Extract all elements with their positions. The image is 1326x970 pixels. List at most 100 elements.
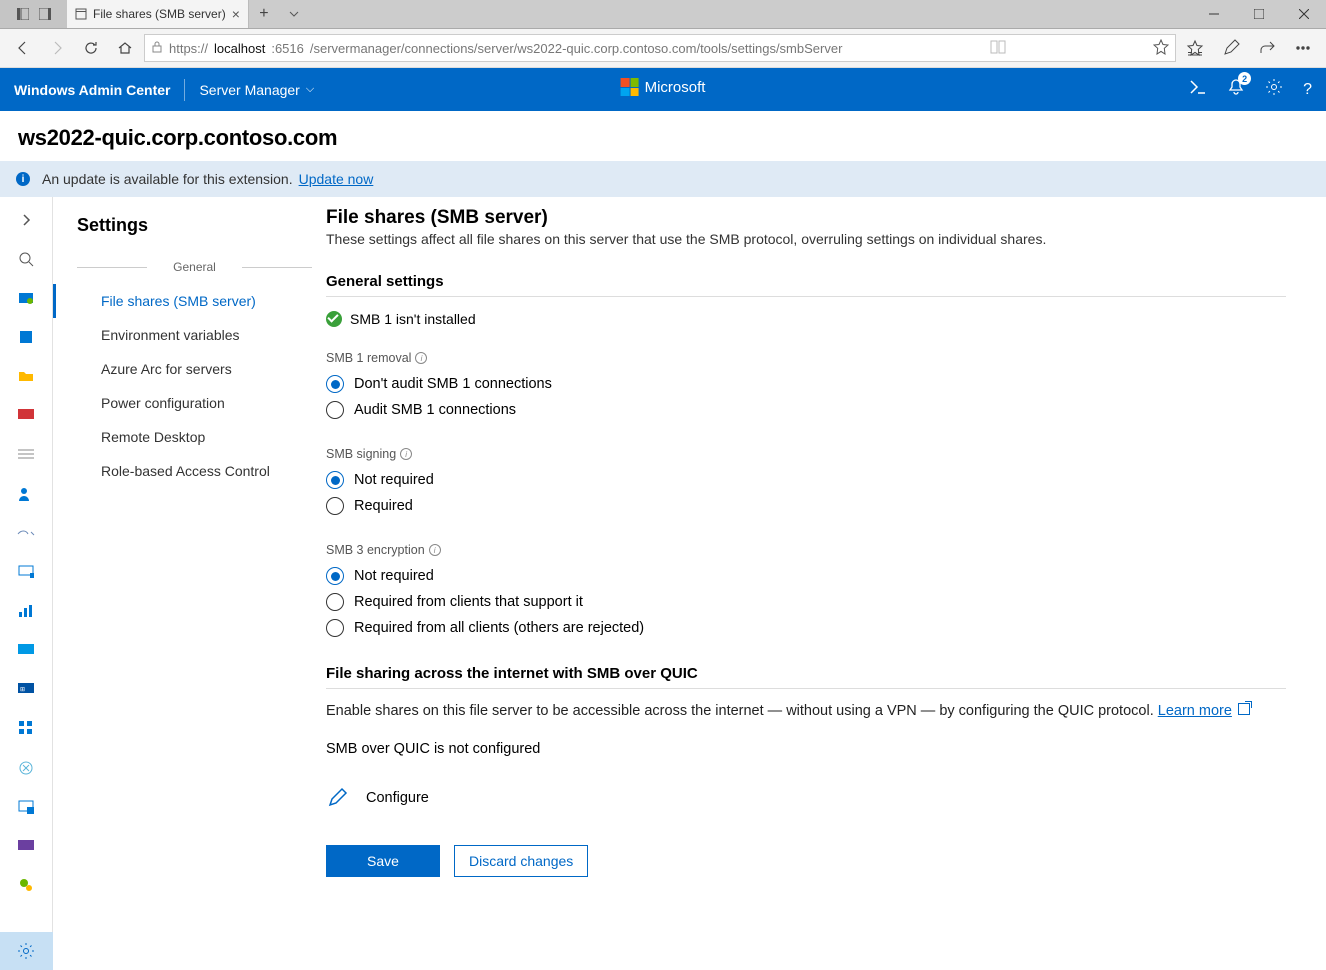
tab-dropdown-button[interactable] bbox=[279, 0, 309, 28]
smb1-removal-opt0[interactable]: Don't audit SMB 1 connections bbox=[326, 371, 1286, 397]
rail-expand-icon[interactable] bbox=[15, 209, 37, 230]
update-now-link[interactable]: Update now bbox=[299, 171, 374, 187]
rail-certificates-icon[interactable] bbox=[15, 405, 37, 426]
smb1-status-text: SMB 1 isn't installed bbox=[350, 311, 476, 327]
rail-devices-icon[interactable] bbox=[15, 444, 37, 465]
rail-search-icon[interactable] bbox=[15, 248, 37, 269]
smb-signing-label: SMB signing bbox=[326, 447, 396, 461]
smb3-enc-opt2[interactable]: Required from all clients (others are re… bbox=[326, 615, 1286, 641]
url-host: localhost bbox=[214, 41, 265, 56]
tab-actions-sys[interactable] bbox=[0, 0, 67, 28]
info-icon[interactable]: i bbox=[415, 352, 427, 364]
rail-azure-icon[interactable] bbox=[15, 326, 37, 347]
smb1-removal-opt1[interactable]: Audit SMB 1 connections bbox=[326, 397, 1286, 423]
smb-signing-opt1[interactable]: Required bbox=[326, 493, 1286, 519]
new-tab-button[interactable]: + bbox=[249, 0, 279, 28]
settings-panel: Settings General File shares (SMB server… bbox=[53, 197, 326, 970]
settings-item-env[interactable]: Environment variables bbox=[77, 318, 312, 352]
smb-signing-group: SMB signing i Not required Required bbox=[326, 447, 1286, 519]
notes-icon[interactable] bbox=[1216, 33, 1246, 63]
radio-label-text: Required bbox=[354, 498, 413, 514]
url-scheme: https:// bbox=[169, 41, 208, 56]
settings-icon[interactable] bbox=[1265, 78, 1283, 101]
favorites-hub-icon[interactable] bbox=[1180, 33, 1210, 63]
share-icon[interactable] bbox=[1252, 33, 1282, 63]
radio-label-text: Required from all clients (others are re… bbox=[354, 620, 644, 636]
smb1-removal-group: SMB 1 removal i Don't audit SMB 1 connect… bbox=[326, 351, 1286, 423]
rail-scheduler-icon[interactable] bbox=[15, 835, 37, 856]
nav-refresh-button[interactable] bbox=[76, 33, 106, 63]
settings-item-power[interactable]: Power configuration bbox=[77, 386, 312, 420]
smb3-enc-group: SMB 3 encryption i Not required Required … bbox=[326, 543, 1286, 641]
settings-item-rbac[interactable]: Role-based Access Control bbox=[77, 454, 312, 488]
learn-more-link[interactable]: Learn more bbox=[1158, 703, 1232, 719]
rail-process-icon[interactable] bbox=[15, 757, 37, 778]
url-port: :6516 bbox=[271, 41, 304, 56]
help-icon[interactable]: ? bbox=[1303, 81, 1312, 99]
window-maximize-button[interactable] bbox=[1236, 0, 1281, 28]
radio-label-text: Don't audit SMB 1 connections bbox=[354, 376, 552, 392]
breadcrumb[interactable]: Server Manager ⌵ bbox=[199, 82, 314, 98]
rail-storage-icon[interactable] bbox=[15, 640, 37, 661]
smb3-enc-opt0[interactable]: Not required bbox=[326, 563, 1286, 589]
nav-home-button[interactable] bbox=[110, 33, 140, 63]
rail-settings-active[interactable] bbox=[0, 932, 53, 970]
powershell-icon[interactable] bbox=[1189, 78, 1207, 101]
nav-forward-button[interactable] bbox=[42, 33, 72, 63]
more-icon[interactable] bbox=[1288, 33, 1318, 63]
content-area: File shares (SMB server) These settings … bbox=[326, 197, 1326, 970]
content-title: File shares (SMB server) bbox=[326, 207, 1286, 229]
rail-services-icon[interactable] bbox=[15, 874, 37, 895]
tab-page-icon bbox=[75, 8, 87, 20]
info-icon: i bbox=[16, 172, 30, 186]
quic-desc: Enable shares on this file server to be … bbox=[326, 703, 1286, 719]
rail-performance-icon[interactable] bbox=[15, 600, 37, 621]
reading-view-icon[interactable] bbox=[990, 40, 1006, 57]
radio-icon bbox=[326, 619, 344, 637]
radio-icon bbox=[326, 471, 344, 489]
rail-updates-icon2[interactable]: ⊞ bbox=[15, 679, 37, 700]
smb3-enc-label: SMB 3 encryption bbox=[326, 543, 425, 557]
rail-apps-icon[interactable] bbox=[15, 718, 37, 739]
settings-item-arc[interactable]: Azure Arc for servers bbox=[77, 352, 312, 386]
settings-item-fileshares[interactable]: File shares (SMB server) bbox=[53, 284, 312, 318]
server-name: ws2022-quic.corp.contoso.com bbox=[18, 125, 1308, 151]
notifications-icon[interactable]: 2 bbox=[1227, 78, 1245, 101]
configure-button[interactable]: Configure bbox=[326, 787, 1286, 809]
smb-signing-opt0[interactable]: Not required bbox=[326, 467, 1286, 493]
ms-label: Microsoft bbox=[645, 79, 706, 96]
discard-button[interactable]: Discard changes bbox=[454, 845, 588, 877]
address-bar[interactable]: https://localhost:6516/servermanager/con… bbox=[144, 34, 1176, 62]
window-minimize-button[interactable] bbox=[1191, 0, 1236, 28]
quic-status: SMB over QUIC is not configured bbox=[326, 741, 1286, 757]
page-header: ws2022-quic.corp.contoso.com bbox=[0, 111, 1326, 161]
window-close-button[interactable] bbox=[1281, 0, 1326, 28]
tab-close-icon[interactable]: × bbox=[232, 6, 240, 22]
nav-back-button[interactable] bbox=[8, 33, 38, 63]
app-title[interactable]: Windows Admin Center bbox=[14, 82, 170, 98]
rail-rdp-icon[interactable] bbox=[15, 561, 37, 582]
browser-toolbar: https://localhost:6516/servermanager/con… bbox=[0, 29, 1326, 68]
settings-item-rdp[interactable]: Remote Desktop bbox=[77, 420, 312, 454]
radio-icon bbox=[326, 375, 344, 393]
rail-users-icon[interactable] bbox=[15, 483, 37, 504]
info-icon[interactable]: i bbox=[400, 448, 412, 460]
radio-icon bbox=[326, 497, 344, 515]
rail-overview-icon[interactable] bbox=[15, 287, 37, 308]
browser-tab-active[interactable]: File shares (SMB server) × bbox=[67, 0, 249, 28]
browser-tabs-row: File shares (SMB server) × + bbox=[0, 0, 1326, 29]
update-banner: i An update is available for this extens… bbox=[0, 161, 1326, 197]
save-button[interactable]: Save bbox=[326, 845, 440, 877]
smb1-removal-label: SMB 1 removal bbox=[326, 351, 411, 365]
rail-files-icon[interactable] bbox=[15, 366, 37, 387]
radio-label-text: Required from clients that support it bbox=[354, 594, 583, 610]
rail-network-icon[interactable] bbox=[15, 522, 37, 543]
check-icon bbox=[326, 311, 342, 327]
rail-storage2-icon[interactable] bbox=[15, 796, 37, 817]
info-icon[interactable]: i bbox=[429, 544, 441, 556]
smb1-status: SMB 1 isn't installed bbox=[326, 311, 1286, 327]
favorite-icon[interactable] bbox=[1153, 39, 1169, 58]
smb3-enc-opt1[interactable]: Required from clients that support it bbox=[326, 589, 1286, 615]
radio-label-text: Not required bbox=[354, 568, 434, 584]
section-general-header: General settings bbox=[326, 273, 1286, 297]
